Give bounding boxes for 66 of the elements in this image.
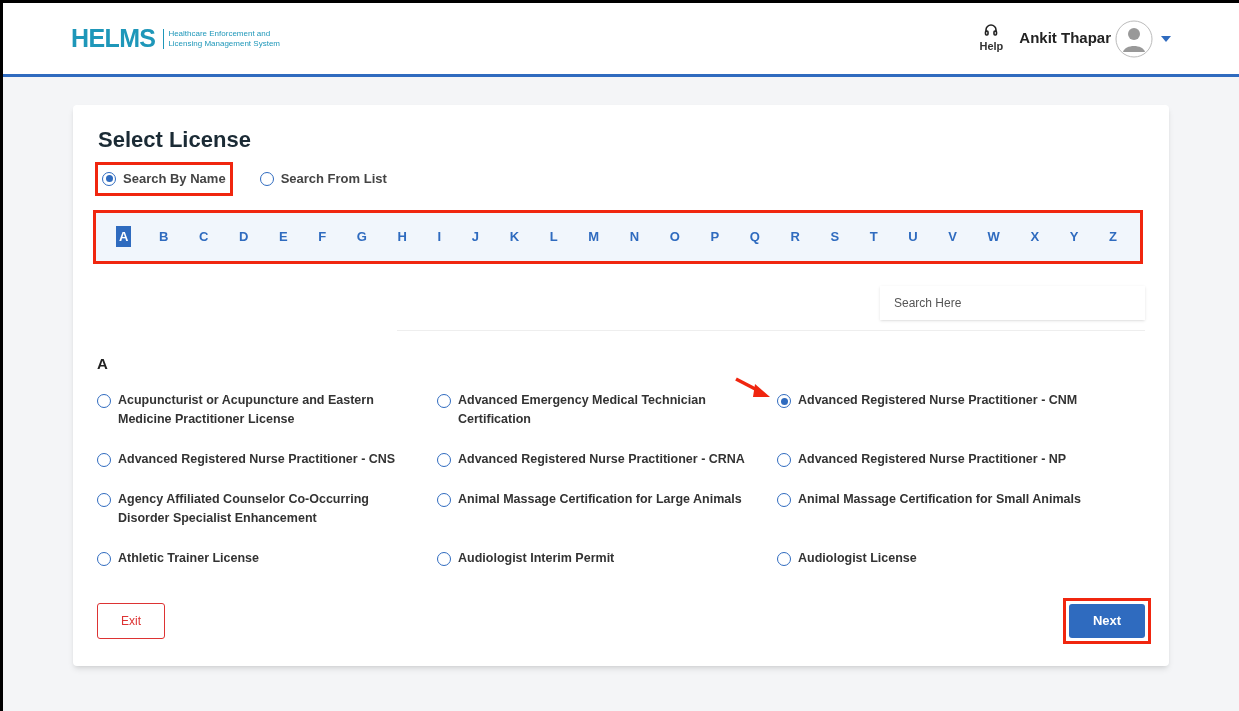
letter-tab[interactable]: P xyxy=(707,225,723,248)
headset-icon xyxy=(983,22,1000,39)
license-option[interactable]: Advanced Registered Nurse Practitioner - CRNA xyxy=(437,450,765,469)
avatar[interactable] xyxy=(1115,19,1153,58)
radio-button[interactable] xyxy=(437,394,451,408)
license-option[interactable]: Advanced Registered Nurse Practitioner - CNM xyxy=(777,391,1105,429)
logo-subtitle: Healthcare Enforcement and Licensing Management System xyxy=(163,28,294,49)
radio-button[interactable] xyxy=(259,171,274,186)
radio-button[interactable] xyxy=(437,493,451,507)
radio-button[interactable] xyxy=(97,552,111,566)
letter-tab[interactable]: N xyxy=(626,225,643,248)
radio-button[interactable] xyxy=(437,453,451,467)
caret-icon[interactable] xyxy=(1161,35,1171,42)
license-option[interactable]: Advanced Emergency Medical Technician Certification xyxy=(437,391,765,429)
letter-tab[interactable]: Y xyxy=(1066,225,1082,248)
letter-tab[interactable]: F xyxy=(315,225,330,248)
page-title: Select License xyxy=(98,126,252,154)
letter-tab[interactable]: D xyxy=(236,225,252,248)
letter-tab[interactable]: S xyxy=(827,225,843,248)
license-option[interactable]: Advanced Registered Nurse Practitioner - NP xyxy=(777,450,1105,469)
search-field[interactable]: Search Here xyxy=(880,285,1145,320)
radio-button[interactable] xyxy=(777,552,791,566)
letter-tab[interactable]: H xyxy=(394,225,410,248)
radio-button[interactable] xyxy=(97,493,111,507)
license-option[interactable]: Animal Massage Certification for Small Animals xyxy=(777,490,1105,528)
search-mode-option[interactable]: Search By Name xyxy=(102,169,226,189)
radio-button[interactable] xyxy=(777,394,791,408)
letter-tab[interactable]: R xyxy=(787,225,803,248)
letter-tab[interactable]: M xyxy=(585,225,603,248)
letter-tab[interactable]: O xyxy=(666,225,683,248)
radio-button[interactable] xyxy=(437,552,451,566)
license-option[interactable]: Animal Massage Certification for Large Animals xyxy=(437,490,765,528)
letter-tab[interactable]: V xyxy=(945,225,960,248)
radio-button[interactable] xyxy=(777,453,791,467)
license-option[interactable]: Audiologist Interim Permit xyxy=(437,549,765,568)
help-button[interactable]: Help xyxy=(979,22,1004,55)
letter-tab[interactable]: K xyxy=(506,225,523,248)
letter-tab[interactable]: U xyxy=(905,225,921,248)
letter-tab[interactable]: W xyxy=(984,225,1003,248)
letter-tab[interactable]: A xyxy=(116,225,132,248)
license-option[interactable]: Agency Affiliated Counselor Co-Occurring Disorder Specialist Enhancement xyxy=(97,490,425,528)
letter-tab[interactable]: C xyxy=(196,225,212,248)
letter-tab[interactable]: J xyxy=(468,225,483,248)
letter-tab[interactable]: E xyxy=(276,225,291,248)
letter-tab[interactable]: X xyxy=(1027,225,1043,248)
license-option[interactable]: Advanced Registered Nurse Practitioner - CNS xyxy=(97,450,425,469)
group-heading: A xyxy=(97,353,109,374)
next-button[interactable]: Next xyxy=(1069,604,1145,638)
radio-button[interactable] xyxy=(97,394,111,408)
user-name: Ankit Thapar xyxy=(1019,28,1111,49)
letter-tab[interactable]: Q xyxy=(746,225,763,248)
letter-tab[interactable]: G xyxy=(353,225,370,248)
letter-tab[interactable]: L xyxy=(546,225,561,248)
letter-tab[interactable]: Z xyxy=(1106,225,1120,248)
letter-tab[interactable]: I xyxy=(434,225,445,248)
logo: HELMS xyxy=(71,22,156,54)
license-option[interactable]: Acupuncturist or Acupuncture and Eastern Medicine Practitioner License xyxy=(97,391,425,429)
exit-button[interactable]: Exit xyxy=(97,603,165,639)
radio-button[interactable] xyxy=(102,171,116,186)
search-mode-option[interactable]: Search From List xyxy=(259,169,387,189)
license-option[interactable]: Athletic Trainer License xyxy=(97,549,425,568)
license-option[interactable]: Audiologist License xyxy=(777,549,1105,568)
letter-tab[interactable]: T xyxy=(866,225,881,248)
radio-button[interactable] xyxy=(777,493,791,507)
letter-tab[interactable]: B xyxy=(156,225,172,248)
radio-button[interactable] xyxy=(97,453,111,467)
